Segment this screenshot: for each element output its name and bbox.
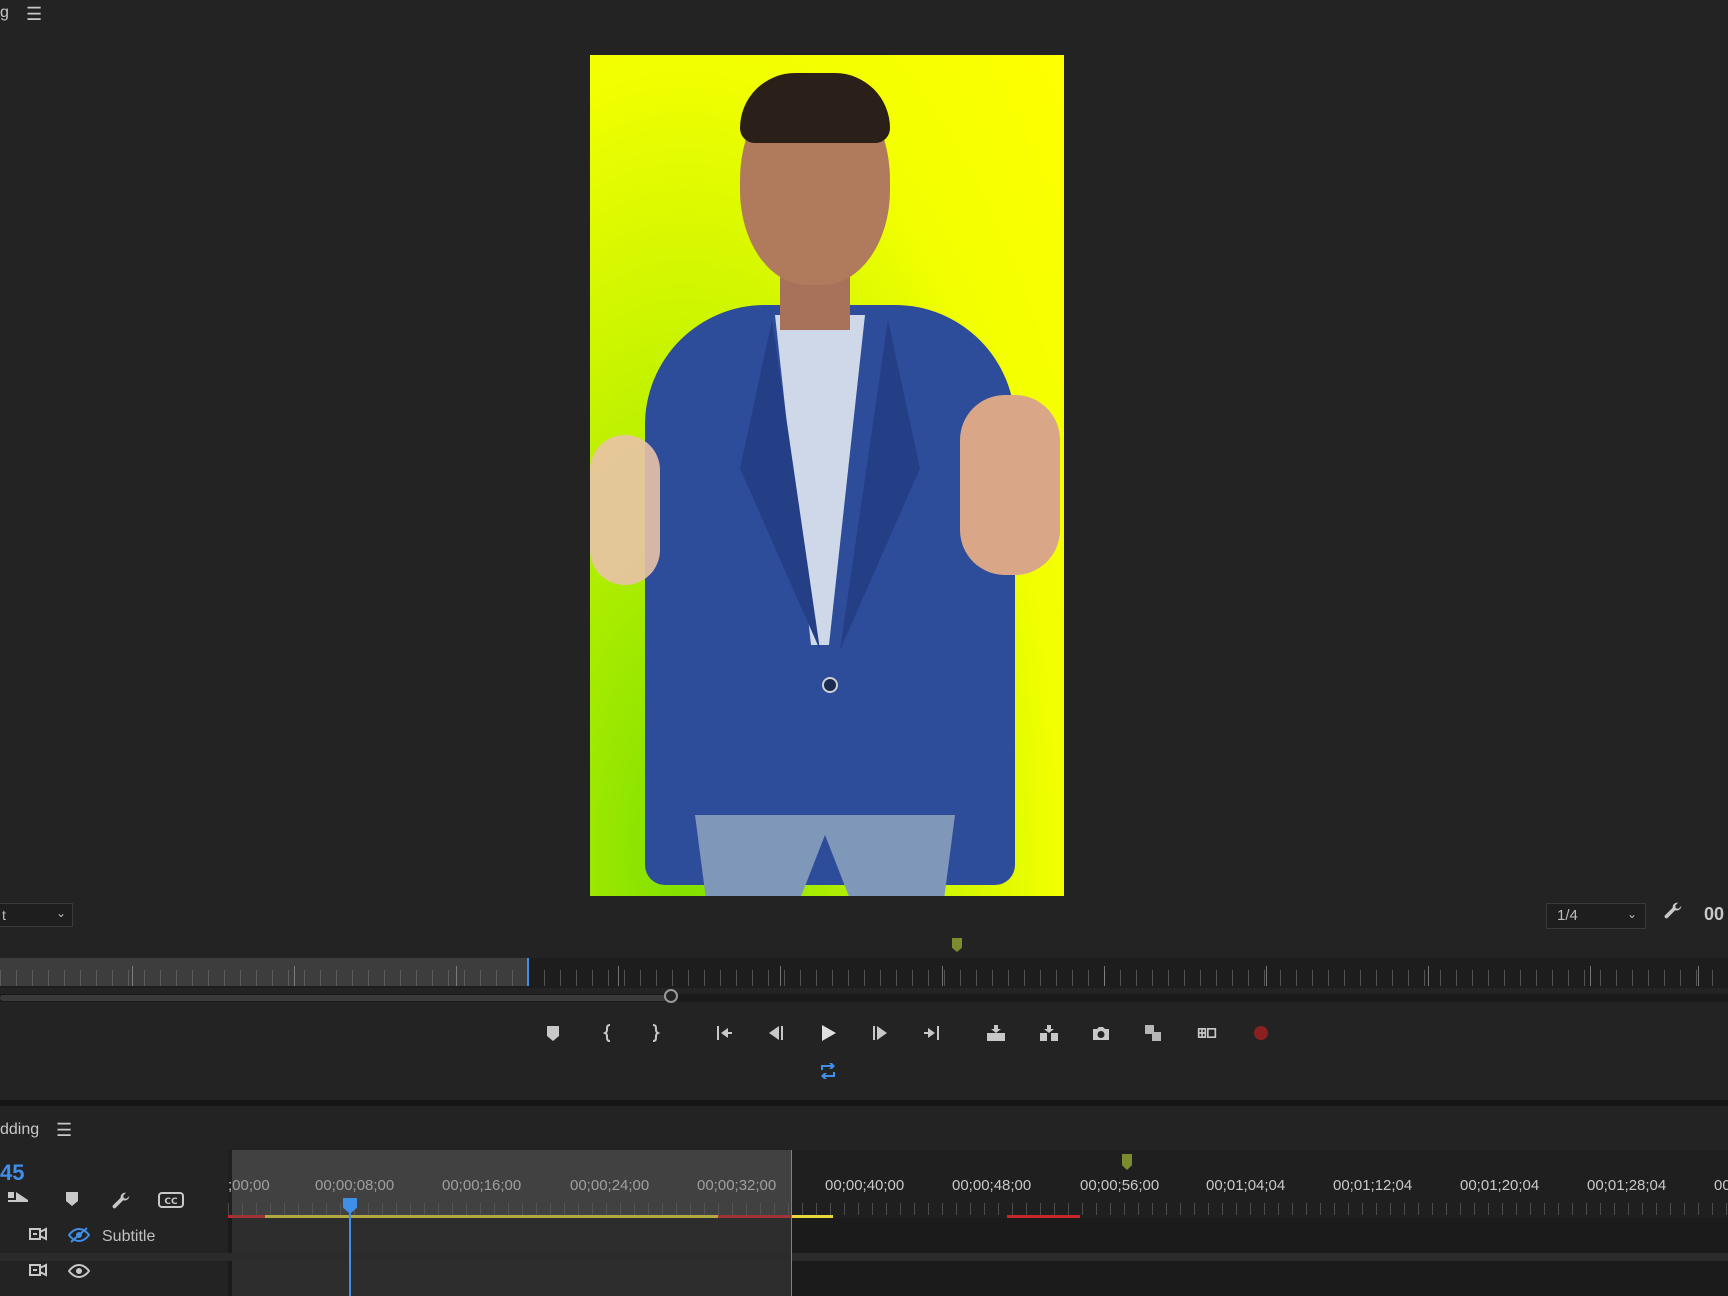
step-forward-icon — [873, 1026, 887, 1040]
export-frame-button[interactable] — [1083, 1018, 1119, 1048]
go-to-out-button[interactable] — [914, 1018, 950, 1048]
step-back-button[interactable] — [758, 1018, 794, 1048]
timeline-playhead-line[interactable] — [349, 1210, 351, 1296]
ruler-label: 00;01;20;04 — [1460, 1177, 1540, 1194]
mark-out-button[interactable] — [637, 1018, 673, 1048]
ruler-label: 00;01;28;04 — [1587, 1177, 1667, 1194]
captions-icon[interactable]: CC — [158, 1190, 184, 1215]
track-name[interactable]: Subtitle — [102, 1228, 155, 1246]
record-button[interactable] — [1243, 1018, 1279, 1048]
zoom-fit-select[interactable]: t ⌄ — [0, 903, 73, 927]
ruler-label: 00;00;56;00 — [1080, 1177, 1160, 1194]
timeline-sequence-tab[interactable]: dding — [0, 1121, 39, 1139]
monitor-ruler-major-ticks — [0, 966, 1728, 986]
monitor-playhead[interactable] — [527, 958, 529, 986]
svg-text:CC: CC — [164, 1197, 178, 1207]
record-icon — [1254, 1026, 1268, 1040]
playback-resolution-value: 1/4 — [1557, 907, 1578, 924]
video-preview[interactable] — [590, 55, 1064, 896]
track-separator — [0, 1253, 1728, 1261]
wrench-icon[interactable] — [110, 1190, 132, 1217]
chevron-down-icon: ⌄ — [1626, 907, 1637, 921]
play-icon — [822, 1025, 836, 1041]
chevron-down-icon: ⌄ — [55, 906, 66, 920]
loop-icon — [821, 1063, 835, 1079]
comparison-view-icon — [1145, 1025, 1161, 1041]
comparison-view-button[interactable] — [1135, 1018, 1171, 1048]
multi-camera-icon — [1197, 1028, 1217, 1038]
program-monitor-tab-title[interactable]: g — [0, 4, 9, 22]
ruler-label: 00;01;12;04 — [1333, 1177, 1413, 1194]
sync-lock-icon[interactable] — [28, 1226, 48, 1247]
loop-button[interactable] — [810, 1056, 846, 1086]
work-area-end — [791, 1150, 792, 1296]
monitor-zoom-scrollbar-thumb[interactable] — [0, 995, 670, 1001]
hamburger-icon[interactable]: ☰ — [56, 1120, 72, 1141]
timeline-current-timecode[interactable]: 45 — [0, 1160, 24, 1186]
add-marker-button[interactable] — [535, 1018, 571, 1048]
marker-icon — [547, 1026, 559, 1041]
figure-hair — [740, 73, 890, 143]
mark-out-icon — [652, 1024, 661, 1042]
zoom-fit-value: t — [2, 907, 6, 923]
go-to-in-icon — [717, 1026, 732, 1040]
camera-icon — [1093, 1027, 1109, 1040]
monitor-zoom-handle[interactable] — [664, 989, 678, 1003]
ruler-label: 00;00;48;00 — [952, 1177, 1032, 1194]
mark-in-button[interactable] — [590, 1018, 626, 1048]
eye-off-icon[interactable] — [67, 1226, 91, 1249]
play-button[interactable] — [810, 1018, 846, 1048]
ruler-label: 00 — [1714, 1177, 1728, 1194]
eye-icon[interactable] — [67, 1262, 91, 1285]
multi-camera-button[interactable] — [1189, 1018, 1225, 1048]
playback-resolution-select[interactable]: 1/4 ⌄ — [1546, 903, 1646, 929]
lift-button[interactable] — [978, 1018, 1014, 1048]
extract-icon — [1040, 1025, 1058, 1041]
ruler-label: 00;00;40;00 — [825, 1177, 905, 1194]
go-to-in-button[interactable] — [706, 1018, 742, 1048]
figure-button — [822, 677, 838, 693]
go-to-out-icon — [924, 1026, 939, 1040]
wrench-icon[interactable] — [1662, 900, 1684, 928]
step-forward-button[interactable] — [862, 1018, 898, 1048]
extract-button[interactable] — [1031, 1018, 1067, 1048]
sync-lock-icon[interactable] — [28, 1262, 48, 1283]
add-marker-icon[interactable] — [64, 1190, 80, 1213]
program-timecode-duration[interactable]: 00 — [1704, 904, 1724, 925]
timeline-work-area-shade — [232, 1150, 792, 1296]
lift-icon — [987, 1025, 1005, 1041]
figure-hand-left — [590, 435, 660, 585]
hamburger-icon[interactable]: ☰ — [26, 4, 42, 25]
step-back-icon — [769, 1026, 783, 1040]
figure-hand-right — [960, 395, 1060, 575]
snap-icon[interactable] — [6, 1190, 30, 1215]
ruler-label: 00;01;04;04 — [1206, 1177, 1286, 1194]
mark-in-icon — [602, 1024, 611, 1042]
